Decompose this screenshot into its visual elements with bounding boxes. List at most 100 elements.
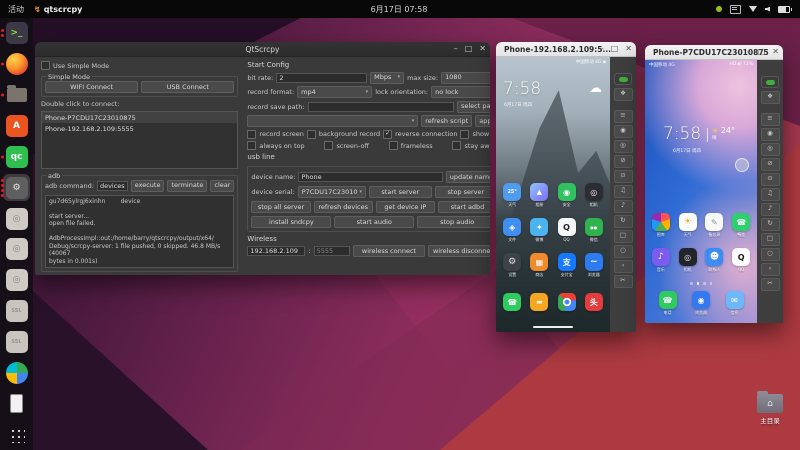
app-微信[interactable]: ●● 微信 bbox=[583, 218, 605, 243]
app-dock[interactable]: ☎ bbox=[501, 293, 523, 311]
app-天气[interactable]: ☀ 天气 bbox=[677, 213, 699, 238]
maximize-button[interactable]: □ bbox=[758, 48, 766, 56]
phone2-screen[interactable]: 中国移动 4G HD ◐ 72% 7:58 ☀ 24° 晴 6月17日 周四 图… bbox=[645, 60, 757, 323]
phone1-screen[interactable]: 中国移动 4G ▪ 7:58 6月17日 周四 ☁ 25° 天气 ▲ 相册 ◉ 安全 ◎ 相机… bbox=[496, 57, 610, 332]
dock-item-show-apps[interactable] bbox=[0, 419, 33, 450]
dock-item-qtscrcpy[interactable]: qc bbox=[0, 141, 33, 172]
back-icon[interactable]: ‹ bbox=[613, 260, 633, 273]
app-switch-icon[interactable]: □ bbox=[613, 230, 633, 243]
dock-item-phone-app[interactable] bbox=[0, 388, 33, 419]
clear-button[interactable]: clear bbox=[210, 179, 235, 192]
refresh-script-button[interactable]: refresh script bbox=[421, 115, 473, 127]
dock-item-files[interactable] bbox=[0, 80, 33, 111]
start-server-button[interactable]: start server bbox=[369, 186, 432, 198]
device-serial-dropdown[interactable]: P7CDU17C23010 ▾ bbox=[297, 186, 367, 198]
back-icon[interactable]: ‹ bbox=[760, 263, 780, 276]
record-screen-checkbox[interactable]: record screen bbox=[247, 129, 304, 139]
screen-off-checkbox[interactable]: screen-off bbox=[324, 141, 369, 150]
install-sndcpy-button[interactable]: install sndcpy bbox=[251, 216, 332, 228]
adb-console-output[interactable]: gu7d65ylrgj6xinhn device start server...… bbox=[45, 194, 235, 268]
maximize-button[interactable]: □ bbox=[611, 45, 619, 53]
power-icon[interactable]: ⊙ bbox=[613, 170, 633, 183]
bit-rate-unit-dropdown[interactable]: Mbps ▾ bbox=[370, 71, 405, 84]
close-button[interactable]: ✕ bbox=[772, 48, 779, 56]
app-设置[interactable]: ⚙ 设置 bbox=[501, 253, 523, 278]
bit-rate-input[interactable]: 2 bbox=[276, 72, 368, 83]
app-备忘录[interactable]: ✎ 备忘录 bbox=[703, 213, 725, 238]
focused-app-indicator[interactable]: ↯ qtscrcpy bbox=[34, 5, 82, 14]
start-adbd-button[interactable]: start adbd bbox=[437, 201, 490, 213]
close-button[interactable]: ✕ bbox=[479, 45, 486, 53]
record-format-dropdown[interactable]: mp4 ▾ bbox=[297, 86, 373, 98]
home-icon[interactable]: ○ bbox=[613, 245, 633, 258]
phone1-titlebar[interactable]: Phone-192.168.2.109:5... – □ ✕ bbox=[496, 42, 636, 57]
max-size-dropdown[interactable]: 1080▾ bbox=[441, 71, 490, 84]
apply-button[interactable]: apply bbox=[475, 115, 490, 127]
app-微博[interactable]: ✦ 微博 bbox=[528, 218, 550, 243]
screenshot-icon[interactable]: ◉ bbox=[613, 125, 633, 138]
dock-item-terminal[interactable]: >_ bbox=[0, 18, 33, 49]
script-dropdown[interactable]: ▾ bbox=[247, 115, 419, 127]
app-相机[interactable]: ◎ 相机 bbox=[677, 248, 699, 273]
fullscreen-icon[interactable]: ❖ bbox=[760, 91, 780, 104]
usb-connect-button[interactable]: USB Connect bbox=[141, 81, 235, 93]
terminate-button[interactable]: terminate bbox=[167, 179, 208, 192]
wifi-connect-button[interactable]: WIFI Connect bbox=[45, 81, 139, 93]
app-dock[interactable] bbox=[556, 293, 578, 311]
fullscreen-icon[interactable]: ❖ bbox=[613, 88, 633, 101]
always-on-top-checkbox[interactable]: always on top bbox=[247, 141, 305, 150]
screen-off-icon[interactable]: ⊘ bbox=[760, 158, 780, 171]
device-list-item[interactable]: Phone-P7CDU17C23010875 bbox=[42, 112, 238, 123]
screenshot-crop-icon[interactable]: ✂ bbox=[760, 278, 780, 291]
home-icon[interactable]: ○ bbox=[760, 248, 780, 261]
execute-button[interactable]: execute bbox=[130, 179, 165, 192]
record-save-path-input[interactable] bbox=[307, 101, 454, 112]
connection-power-button[interactable] bbox=[614, 73, 632, 85]
frameless-checkbox[interactable]: frameless bbox=[388, 141, 433, 150]
rotate-icon[interactable]: ↻ bbox=[613, 215, 633, 228]
wireless-port-input[interactable]: 5555 bbox=[313, 246, 350, 256]
wireless-ip-input[interactable]: 192.168.2.109 bbox=[247, 246, 306, 256]
minimize-button[interactable]: – bbox=[600, 45, 604, 53]
activities-button[interactable]: 活动 bbox=[8, 4, 24, 15]
assistive-ball[interactable] bbox=[735, 158, 749, 172]
app-联系人[interactable]: ☻ 联系人 bbox=[703, 248, 725, 273]
main-window-titlebar[interactable]: QtScrcpy – □ ✕ bbox=[35, 42, 490, 57]
app-浏览器[interactable]: ~ 浏览器 bbox=[583, 253, 605, 278]
get-device-ip-button[interactable]: get device IP bbox=[375, 201, 435, 213]
app-QQ[interactable]: Q QQ bbox=[730, 248, 752, 273]
dock-item-app-generic-2[interactable]: ◎ bbox=[0, 234, 33, 265]
app-畅连[interactable]: ☎ 畅连 bbox=[730, 213, 752, 238]
adb-command-input[interactable]: devices bbox=[96, 180, 128, 191]
dock-item-pinwheel-app[interactable] bbox=[0, 357, 33, 388]
menu-icon[interactable]: ≡ bbox=[613, 110, 633, 123]
power-icon[interactable]: ⊙ bbox=[760, 173, 780, 186]
device-name-input[interactable]: Phone bbox=[298, 172, 443, 182]
background-record-checkbox[interactable]: background record bbox=[306, 129, 380, 139]
app-相册[interactable]: ▲ 相册 bbox=[528, 183, 550, 208]
app-dock[interactable]: ▬ bbox=[528, 293, 550, 311]
app-电话[interactable]: ☎ 电话 bbox=[657, 291, 679, 316]
desktop-home-folder[interactable]: ⌂ 主目录 bbox=[746, 391, 794, 425]
refresh-devices-button[interactable]: refresh devices bbox=[313, 201, 373, 213]
lock-orientation-dropdown[interactable]: no lock▾ bbox=[431, 86, 490, 98]
app-switch-icon[interactable]: □ bbox=[760, 233, 780, 246]
stay-awake-checkbox[interactable]: stay awake bbox=[452, 141, 490, 150]
volume-down-icon[interactable]: ♪ bbox=[613, 200, 633, 213]
app-文件[interactable]: ◈ 文件 bbox=[501, 218, 523, 243]
app-图库[interactable]: 图库 bbox=[650, 213, 672, 238]
dock-item-app-ssl-1[interactable]: SSL bbox=[0, 296, 33, 327]
device-list[interactable]: Phone-P7CDU17C23010875 Phone-192.168.2.10… bbox=[41, 111, 239, 169]
volume-up-icon[interactable]: ♫ bbox=[613, 185, 633, 198]
app-信息[interactable]: ✉ 信息 bbox=[724, 291, 746, 316]
dock-item-app-generic-3[interactable]: ◎ bbox=[0, 265, 33, 296]
update-name-button[interactable]: update name bbox=[445, 171, 490, 183]
minimize-button[interactable]: – bbox=[454, 45, 458, 53]
screenshot-icon[interactable]: ◉ bbox=[760, 128, 780, 141]
close-button[interactable]: ✕ bbox=[625, 45, 632, 53]
menu-icon[interactable]: ≡ bbox=[760, 113, 780, 126]
volume-up-icon[interactable]: ♫ bbox=[760, 188, 780, 201]
screenshot-crop-icon[interactable]: ✂ bbox=[613, 275, 633, 288]
device-list-item[interactable]: Phone-192.168.2.109:5555 bbox=[42, 123, 237, 134]
app-浏览器[interactable]: ◉ 浏览器 bbox=[690, 291, 712, 316]
